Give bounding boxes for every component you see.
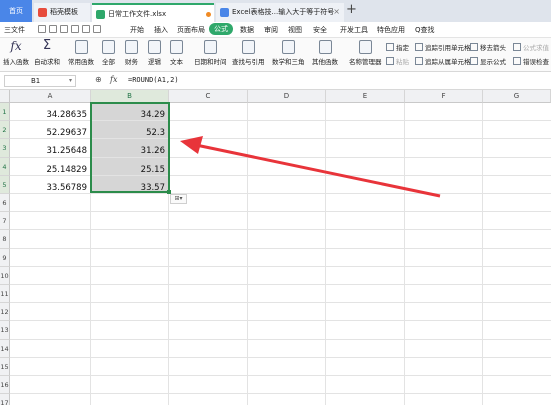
- arrow-shaft: [195, 143, 441, 198]
- arrow-head: [180, 136, 203, 154]
- annotation-arrow: [180, 136, 441, 198]
